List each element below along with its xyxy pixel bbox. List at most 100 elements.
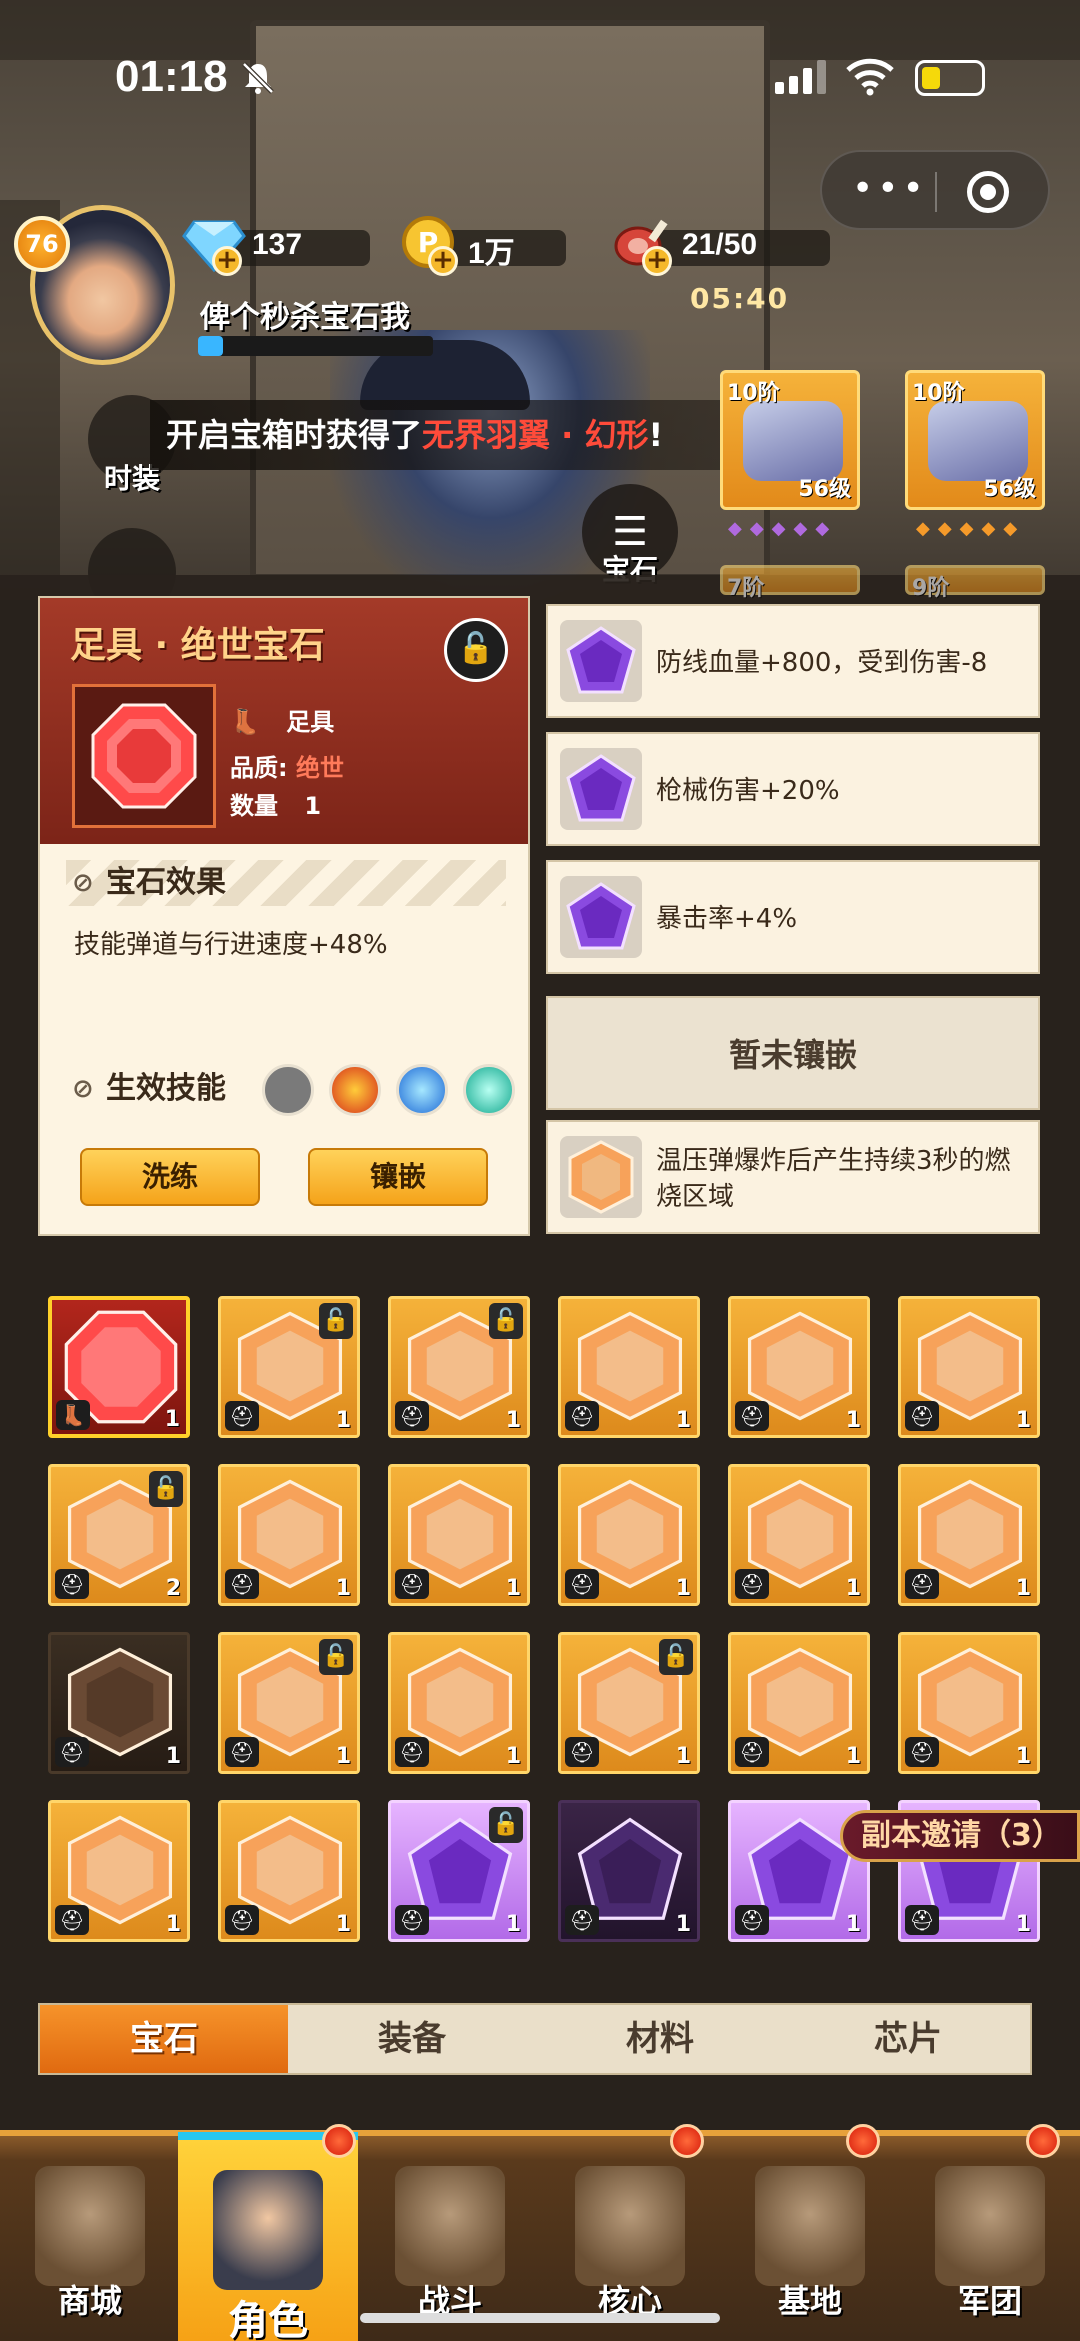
- equip-part-icon: ⛑: [225, 1737, 259, 1767]
- more-icon[interactable]: •••: [852, 171, 928, 207]
- gem-slot[interactable]: ⛑ 1: [388, 1632, 530, 1774]
- miniapp-capsule[interactable]: •••: [820, 150, 1050, 230]
- gem-slot[interactable]: ⛑ 1: [218, 1800, 360, 1942]
- wind-skill-icon[interactable]: [463, 1064, 516, 1116]
- nav-battle[interactable]: 战斗: [360, 2136, 540, 2341]
- gem-count: 1: [1015, 1408, 1031, 1433]
- gem-count: 1: [845, 1744, 861, 1769]
- effect-section-title: 宝石效果: [66, 860, 506, 906]
- socket-effect-card[interactable]: 枪械伤害+20%: [546, 732, 1040, 846]
- socket-effect-text: 暴击率+4%: [656, 904, 798, 934]
- inlay-button[interactable]: 镶嵌: [308, 1148, 488, 1206]
- equip-part-icon: ⛑: [905, 1737, 939, 1767]
- gold-count: 1万: [468, 237, 515, 270]
- equip-tier: 9阶: [912, 576, 950, 601]
- rifle-skill-icon[interactable]: [262, 1064, 314, 1116]
- empty-socket-card[interactable]: 暂未镶嵌: [546, 996, 1040, 1110]
- count-label: 数量: [230, 792, 278, 820]
- ice-skill-icon[interactable]: [396, 1064, 449, 1116]
- gem-slot[interactable]: ⛑ 1: [48, 1800, 190, 1942]
- tab-materials[interactable]: 材料: [536, 2005, 784, 2073]
- gem-slot[interactable]: ⛑ 🔓 1: [388, 1296, 530, 1438]
- gem-slot[interactable]: ⛑ 1: [48, 1632, 190, 1774]
- tab-gem[interactable]: 宝石: [40, 2005, 288, 2073]
- add-stamina-icon[interactable]: +: [642, 246, 672, 276]
- gem-slot[interactable]: ⛑ 1: [558, 1464, 700, 1606]
- gem-slot[interactable]: ⛑ 🔓 1: [388, 1800, 530, 1942]
- gem-count: 1: [845, 1408, 861, 1433]
- gem-slot[interactable]: ⛑ 1: [728, 1632, 870, 1774]
- socket-effect-card[interactable]: 温压弹爆炸后产生持续3秒的燃烧区域: [546, 1120, 1040, 1234]
- gem-slot[interactable]: ⛑ 1: [898, 1296, 1040, 1438]
- stamina-resource[interactable]: + 21/50: [612, 219, 832, 276]
- dungeon-invite-button[interactable]: 副本邀请（3）: [840, 1810, 1080, 1862]
- nav-character[interactable]: 角色: [178, 2132, 358, 2341]
- equip-part-icon: ⛑: [565, 1401, 599, 1431]
- gem-title: 足具 · 绝世宝石: [70, 625, 325, 666]
- gem-slot[interactable]: 👢 1: [48, 1296, 190, 1438]
- gem-count: 1: [675, 1744, 691, 1769]
- gem-slot[interactable]: ⛑ 1: [388, 1464, 530, 1606]
- equip-slot-partial[interactable]: 7阶: [720, 565, 860, 601]
- gem-slot[interactable]: ⛑ 🔓 1: [558, 1632, 700, 1774]
- socket-effect-card[interactable]: 暴击率+4%: [546, 860, 1040, 974]
- equip-slot[interactable]: 10阶 56级: [720, 370, 860, 510]
- gem-slot[interactable]: ⛑ 1: [898, 1632, 1040, 1774]
- nav-core[interactable]: 核心: [540, 2136, 720, 2341]
- gem-slot[interactable]: ⛑ 🔓 1: [218, 1296, 360, 1438]
- gem-slot[interactable]: ⛑ 1: [898, 1464, 1040, 1606]
- tab-chips[interactable]: 芯片: [784, 2005, 1032, 2073]
- orange-gem-icon: [560, 1136, 642, 1218]
- gem-count: 1: [335, 1408, 351, 1433]
- add-gold-icon[interactable]: +: [428, 246, 458, 276]
- shop-icon: [35, 2166, 145, 2286]
- gem-slot[interactable]: ⛑ 1: [728, 1296, 870, 1438]
- inventory-tab-bar: 宝石 装备 材料 芯片: [38, 2003, 1032, 2075]
- fire-skill-icon[interactable]: [329, 1064, 382, 1116]
- notice-suffix: !: [648, 416, 664, 454]
- gem-count-row: 数量 1: [230, 786, 321, 821]
- nav-legion[interactable]: 军团: [900, 2136, 1080, 2341]
- purple-gem-icon: [560, 748, 642, 830]
- gem-count: 1: [845, 1912, 861, 1937]
- gem-count: 1: [335, 1576, 351, 1601]
- system-status-bar: 01:18: [0, 0, 1080, 150]
- lock-icon: 🔓: [489, 1303, 523, 1339]
- gem-slot[interactable]: ⛑ 1: [558, 1296, 700, 1438]
- bottom-navigation: 商城 角色 战斗 核心 基地 军团: [0, 2130, 1080, 2341]
- gem-count: 1: [1015, 1744, 1031, 1769]
- gem-count: 1: [165, 1744, 181, 1769]
- notice-prefix: 开启宝箱时获得了: [166, 416, 423, 454]
- gold-resource[interactable]: P + 1万: [398, 216, 598, 276]
- equip-part-icon: ⛑: [905, 1401, 939, 1431]
- equip-slot-partial[interactable]: 9阶: [905, 565, 1045, 601]
- equip-part-icon: ⛑: [55, 1569, 89, 1599]
- equip-tier: 10阶: [727, 381, 780, 406]
- socket-effect-card[interactable]: 防线血量+800，受到伤害-8: [546, 604, 1040, 718]
- close-miniapp-icon[interactable]: [967, 171, 1009, 213]
- nav-base[interactable]: 基地: [720, 2136, 900, 2341]
- diamond-resource[interactable]: + 137: [182, 220, 372, 276]
- wifi-icon: [846, 58, 894, 96]
- character-icon: [213, 2170, 323, 2290]
- refine-button[interactable]: 洗练: [80, 1148, 260, 1206]
- gem-slot[interactable]: ⛑ 🔓 2: [48, 1464, 190, 1606]
- socket-effect-text: 温压弹爆炸后产生持续3秒的燃烧区域: [656, 1146, 1011, 1212]
- orange-star-row: ◆◆◆◆◆: [916, 518, 1026, 539]
- gem-slot[interactable]: ⛑ 1: [558, 1800, 700, 1942]
- gem-detail-header: 足具 · 绝世宝石 🔓 👢 足具 品质: 绝世 数量 1: [40, 598, 528, 844]
- boot-icon: 👢: [230, 708, 260, 736]
- equip-slot[interactable]: 10阶 56级: [905, 370, 1045, 510]
- gem-count: 1: [845, 1576, 861, 1601]
- gem-slot[interactable]: ⛑ 1: [728, 1464, 870, 1606]
- gem-slot[interactable]: ⛑ 1: [218, 1464, 360, 1606]
- armor-icon: [743, 401, 843, 481]
- notification-dot: [670, 2124, 704, 2158]
- nav-shop[interactable]: 商城: [0, 2136, 180, 2341]
- add-diamond-icon[interactable]: +: [212, 246, 242, 276]
- tab-equipment[interactable]: 装备: [288, 2005, 536, 2073]
- equip-part-icon: ⛑: [735, 1905, 769, 1935]
- equip-part-icon: ⛑: [565, 1737, 599, 1767]
- lock-icon[interactable]: 🔓: [444, 618, 508, 682]
- gem-slot[interactable]: ⛑ 🔓 1: [218, 1632, 360, 1774]
